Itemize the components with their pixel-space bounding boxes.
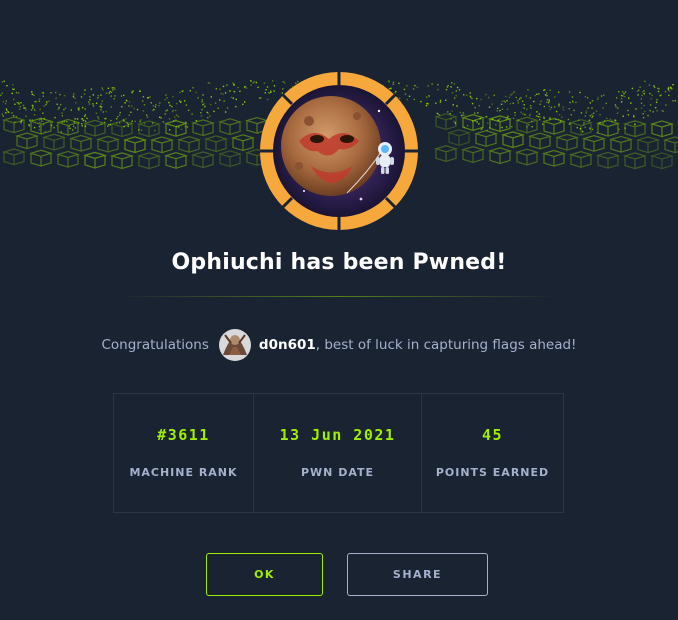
- page-title: Ophiuchi has been Pwned!: [171, 250, 507, 275]
- stat-value: #3611: [157, 426, 210, 444]
- user-avatar-icon: [218, 329, 251, 361]
- congrats-suffix: , best of luck in capturing flags ahead!: [315, 337, 577, 353]
- stat-value: 45: [481, 426, 504, 444]
- stats-panel: #3611 MACHINE RANK 13 Jun 2021 PWN DATE …: [113, 393, 564, 513]
- divider: [118, 296, 560, 297]
- share-button[interactable]: SHARE: [347, 553, 488, 596]
- congrats-prefix: Congratulations: [101, 337, 209, 353]
- username: d0n601: [258, 337, 316, 353]
- ok-button[interactable]: OK: [206, 553, 323, 596]
- machine-badge: [259, 71, 419, 231]
- stat-pwn-date: 13 Jun 2021 PWN DATE: [253, 394, 421, 512]
- stat-label: POINTS EARNED: [435, 466, 550, 479]
- stat-points-earned: 45 POINTS EARNED: [421, 394, 563, 512]
- stat-label: PWN DATE: [300, 466, 375, 479]
- stat-value: 13 Jun 2021: [279, 426, 396, 444]
- stat-label: MACHINE RANK: [129, 466, 238, 479]
- congratulations-message: Congratulations d0n601 , best of luck in…: [0, 328, 678, 362]
- avatar: [218, 329, 251, 361]
- planet-avatar-icon: [260, 72, 418, 230]
- stat-machine-rank: #3611 MACHINE RANK: [114, 394, 253, 512]
